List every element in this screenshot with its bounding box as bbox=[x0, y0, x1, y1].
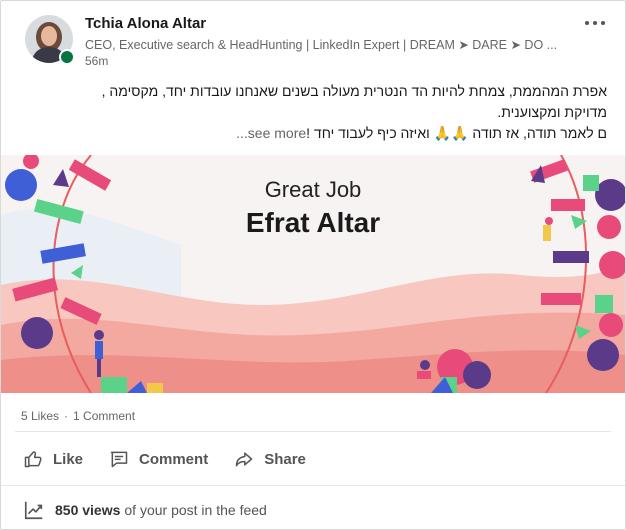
author-headline: CEO, Executive search & HeadHunting | Li… bbox=[85, 38, 558, 52]
author-name[interactable]: Tchia Alona Altar bbox=[85, 15, 206, 32]
share-label: Share bbox=[264, 450, 306, 468]
comment-button[interactable]: Comment bbox=[101, 441, 216, 477]
divider bbox=[1, 485, 625, 486]
image-subtitle: Great Job bbox=[264, 177, 362, 202]
views-count: 850 views bbox=[55, 502, 121, 518]
like-label: Like bbox=[53, 450, 84, 468]
post-actions: Like Comment Share bbox=[15, 441, 324, 477]
post-time: 56m bbox=[85, 54, 109, 68]
post-text: אפרת המהממת, צמחת להיות הד הנטרית מעולה … bbox=[17, 81, 607, 144]
image-title: Efrat Altar bbox=[245, 207, 381, 238]
ellipsis-icon bbox=[585, 21, 589, 25]
see-more-link[interactable]: ...see more bbox=[236, 125, 306, 141]
more-options-button[interactable] bbox=[579, 9, 611, 37]
post-header: Tchia Alona Altar CEO, Executive search … bbox=[1, 1, 625, 75]
post-views[interactable]: 850 views of your post in the feed bbox=[23, 499, 267, 521]
comment-label: Comment bbox=[139, 450, 209, 468]
share-button[interactable]: Share bbox=[226, 441, 314, 477]
online-status-icon bbox=[59, 49, 75, 65]
comment-icon bbox=[110, 451, 128, 468]
post-text-line: ם לאמר תודה, אז תודה 🙏🙏 ואיזה כיף לעבוד … bbox=[236, 125, 607, 141]
post-text-line: מדויקת ומקצוענית. bbox=[497, 104, 607, 120]
share-arrow-icon bbox=[235, 452, 253, 467]
thumbs-up-icon bbox=[24, 451, 42, 468]
feed-post-card: Tchia Alona Altar CEO, Executive search … bbox=[0, 0, 626, 530]
views-suffix: of your post in the feed bbox=[124, 502, 267, 518]
comments-count-link[interactable]: 1 Comment bbox=[73, 409, 135, 423]
like-button[interactable]: Like bbox=[15, 441, 91, 477]
trending-chart-icon bbox=[24, 501, 43, 520]
social-counts: 5 Likes · 1 Comment bbox=[21, 409, 135, 423]
likes-count-link[interactable]: 5 Likes bbox=[21, 409, 59, 423]
social-separator: · bbox=[64, 409, 69, 423]
post-image[interactable]: Great Job Efrat Altar bbox=[1, 155, 625, 393]
divider bbox=[15, 431, 611, 432]
post-text-line: אפרת המהממת, צמחת להיות הד הנטרית מעולה … bbox=[101, 83, 607, 99]
